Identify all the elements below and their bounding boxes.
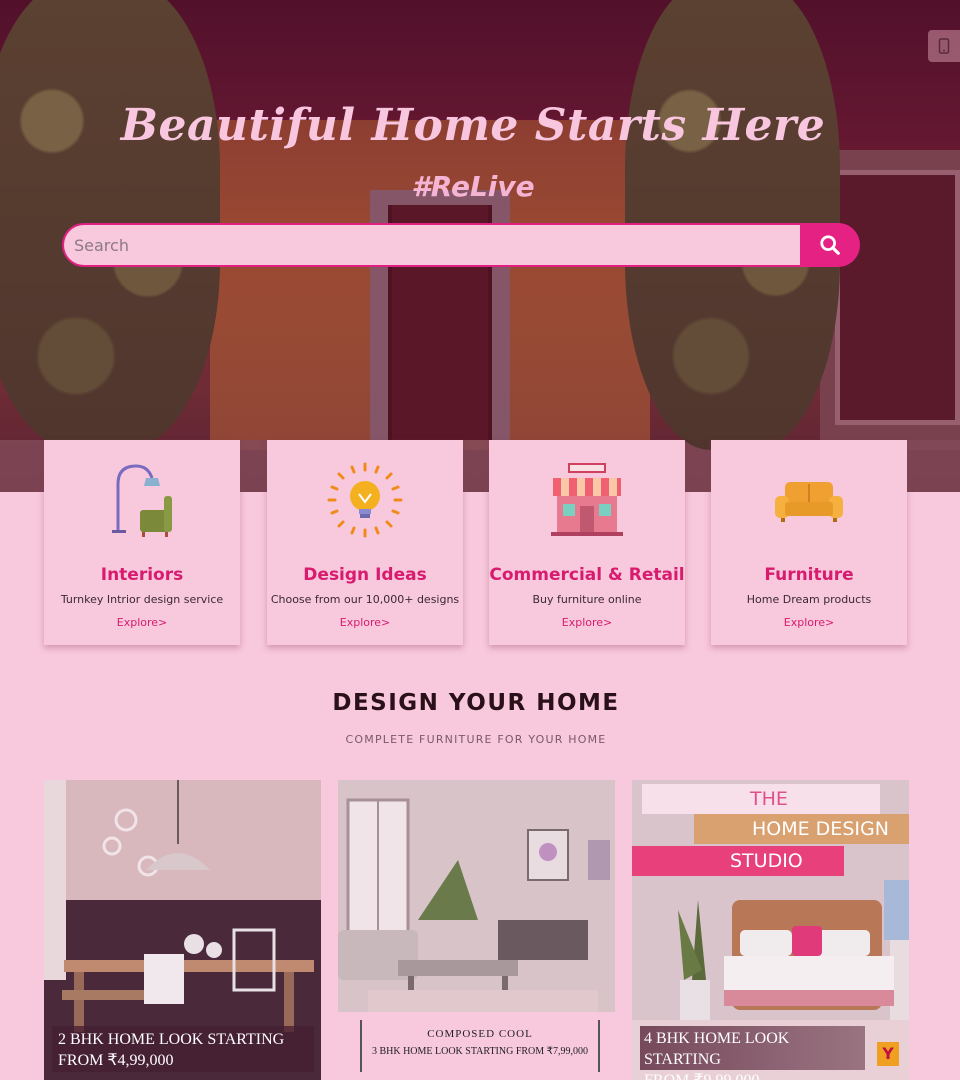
category-description: Turnkey Intrior design service: [60, 593, 224, 606]
sofa-icon: [775, 482, 843, 522]
category-description: Home Dream products: [746, 593, 872, 606]
category-title: Commercial & Retail: [489, 565, 685, 585]
tile-caption: 4 BHK HOME LOOK STARTING FROM ₹9,99,000: [640, 1026, 865, 1080]
storefront-icon: [551, 463, 623, 536]
tile-caption-line2: FROM ₹9,99,000: [644, 1070, 861, 1080]
studio-banner-line3: STUDIO: [632, 846, 844, 876]
section-title: DESIGN YOUR HOME: [332, 690, 620, 716]
hero-tagline: #ReLive: [411, 170, 535, 203]
floor-lamp-armchair-icon: [112, 464, 172, 537]
category-card-design-ideas[interactable]: Design Ideas Choose from our 10,000+ des…: [267, 440, 463, 645]
explore-link[interactable]: Explore>: [44, 616, 240, 629]
category-title: Interiors: [100, 565, 184, 585]
tile-caption: 2 BHK HOME LOOK STARTING FROM ₹4,99,000: [52, 1026, 314, 1072]
hero-title: Beautiful Home Starts Here: [120, 100, 826, 151]
studio-banner-line1: THE: [642, 784, 880, 814]
home-look-tile-4bhk[interactable]: THE HOME DESIGN STUDIO 4 BHK HOME LOOK S…: [632, 780, 909, 1080]
category-title: Furniture: [764, 565, 854, 585]
explore-link[interactable]: Explore>: [267, 616, 463, 629]
explore-link[interactable]: Explore>: [489, 616, 685, 629]
home-look-tile-3bhk[interactable]: COMPOSED COOL 3 BHK HOME LOOK STARTING F…: [338, 780, 615, 1080]
tile-caption-line2: FROM ₹4,99,000: [58, 1052, 174, 1069]
category-card-furniture[interactable]: Furniture Home Dream products Explore>: [711, 440, 907, 645]
explore-link[interactable]: Explore>: [711, 616, 907, 629]
section-subtitle: COMPLETE FURNITURE FOR YOUR HOME: [345, 733, 607, 746]
studio-banner-line2: HOME DESIGN: [694, 814, 909, 844]
home-look-tile-2bhk[interactable]: 2 BHK HOME LOOK STARTING FROM ₹4,99,000: [44, 780, 321, 1080]
lightbulb-icon: [327, 462, 403, 538]
tile-caption-line1: COMPOSED COOL: [427, 1028, 533, 1040]
tile-caption-line1: 4 BHK HOME LOOK STARTING: [644, 1030, 790, 1068]
category-card-interiors[interactable]: Interiors Turnkey Intrior design service…: [44, 440, 240, 645]
category-card-commercial-retail[interactable]: Commercial & Retail Buy furniture online…: [489, 440, 685, 645]
tile-caption-line2: 3 BHK HOME LOOK STARTING FROM ₹7,99,000: [371, 1046, 589, 1057]
search-icon: [820, 235, 840, 255]
phone-icon: [938, 38, 950, 54]
search-button[interactable]: [800, 223, 860, 267]
tile-caption: COMPOSED COOL 3 BHK HOME LOOK STARTING F…: [360, 1020, 600, 1072]
search-bar: [62, 223, 860, 267]
category-description: Buy furniture online: [532, 593, 642, 606]
category-title: Design Ideas: [303, 565, 427, 585]
category-description: Choose from our 10,000+ designs: [270, 593, 460, 606]
tile-caption-line1: 2 BHK HOME LOOK STARTING: [58, 1031, 285, 1048]
mobile-view-button[interactable]: [928, 30, 960, 62]
search-input[interactable]: [62, 223, 802, 267]
brand-logo: Y: [877, 1042, 899, 1066]
hero-banner: Beautiful Home Starts Here #ReLive: [0, 0, 960, 492]
